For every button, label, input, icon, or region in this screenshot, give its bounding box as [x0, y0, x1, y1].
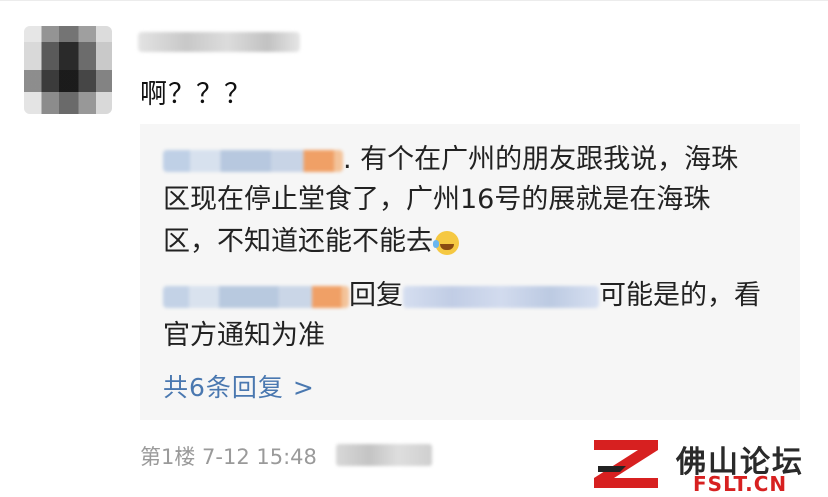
reply-target-blurred[interactable] [403, 285, 599, 308]
second-reply-line-1: 回复 可能是的，看 [163, 276, 761, 316]
laughing-tears-emoji-icon [433, 230, 459, 255]
username-blurred[interactable] [138, 32, 300, 52]
watermark-domain: FSLT.CN [693, 472, 788, 496]
first-reply-line-2: 区现在停止堂食了，广州16号的展就是在海珠 [163, 184, 711, 215]
z-logo-icon [594, 440, 658, 488]
top-divider [0, 0, 828, 1]
meta-blurred [336, 444, 432, 466]
second-reply-text-1: 可能是的，看 [599, 280, 761, 311]
more-replies-link[interactable]: 共6条回复 > [163, 368, 315, 404]
reply-author-blurred[interactable] [163, 149, 343, 172]
comment-text: 啊？？？ [140, 79, 252, 110]
first-reply-line-3: 区，不知道还能不能去 [163, 222, 459, 262]
second-reply-author-blurred[interactable] [163, 285, 349, 308]
reply-word: 回复 [349, 280, 403, 311]
floor-time-meta: 第1楼 7-12 15:48 [140, 445, 317, 469]
first-reply-text-1: . 有个在广州的朋友跟我说，海珠 [343, 144, 739, 175]
avatar[interactable] [24, 26, 112, 114]
second-reply-line-2: 官方通知为准 [163, 320, 325, 351]
first-reply-text-3: 区，不知道还能不能去 [163, 226, 433, 257]
first-reply-line-1: . 有个在广州的朋友跟我说，海珠 [163, 140, 738, 180]
